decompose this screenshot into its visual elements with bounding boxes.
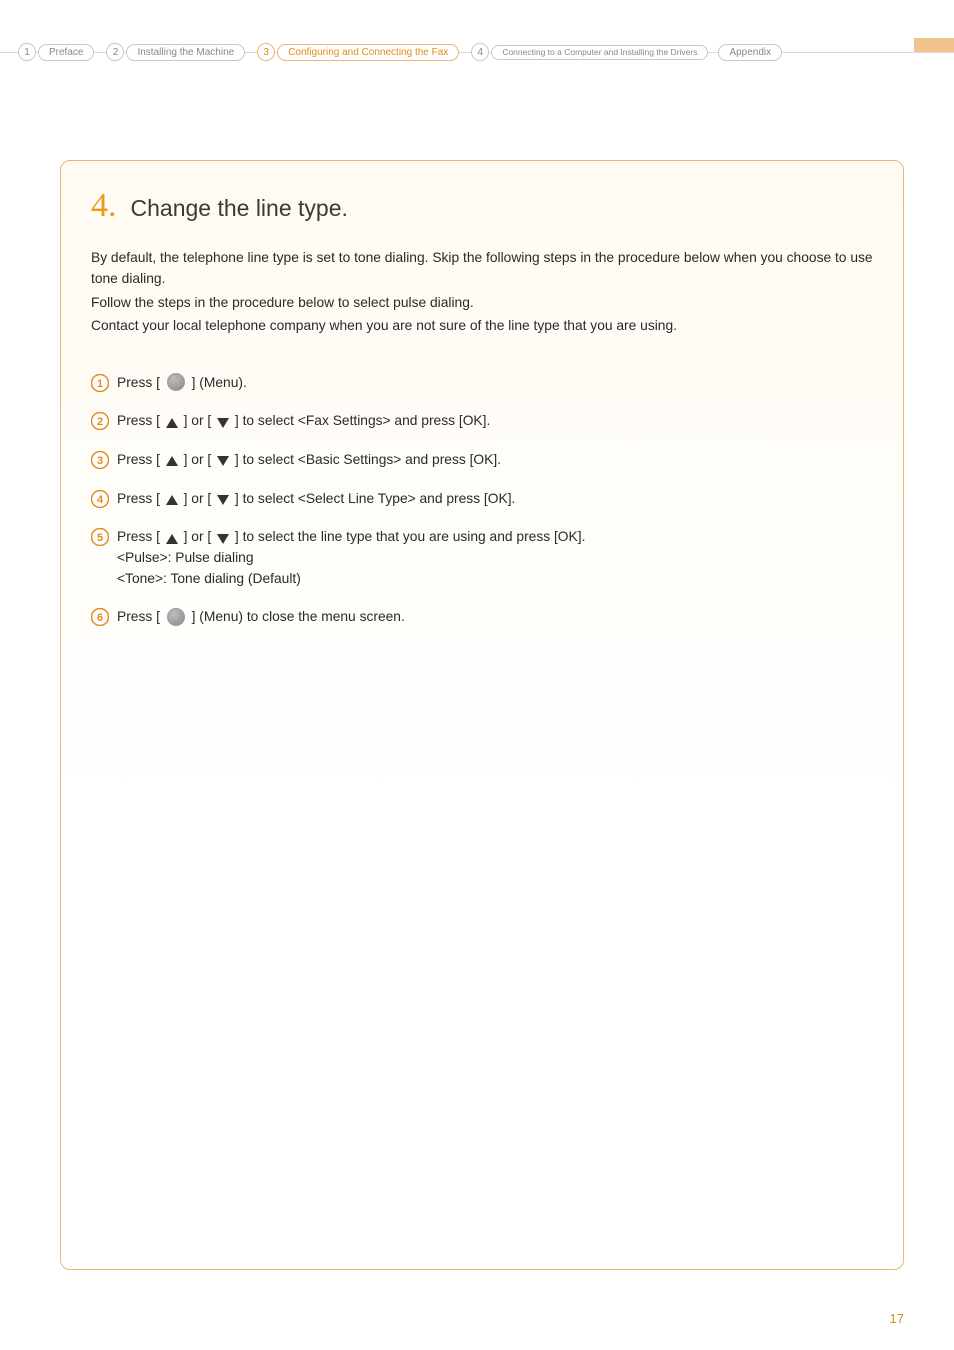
svg-text:2: 2 bbox=[97, 416, 103, 428]
up-arrow-icon bbox=[166, 418, 178, 428]
step-5-text-c: ] to select the line type that you are u… bbox=[235, 529, 586, 544]
step-5-body: Press [ ] or [ ] to select the line type… bbox=[117, 527, 873, 589]
content-card: 4. Change the line type. By default, the… bbox=[60, 160, 904, 1270]
menu-button-icon bbox=[167, 608, 185, 626]
section-title-row: 4. Change the line type. bbox=[61, 161, 903, 233]
step-badge-1-icon: 1 bbox=[91, 374, 109, 392]
step-2: 2 Press [ ] or [ ] to select <Fax Settin… bbox=[91, 411, 873, 432]
section-heading: Change the line type. bbox=[131, 195, 348, 222]
header-accent-bar bbox=[914, 38, 954, 52]
svg-text:4: 4 bbox=[97, 494, 104, 506]
breadcrumb-num-4: 4 bbox=[471, 43, 489, 61]
step-4: 4 Press [ ] or [ ] to select <Select Lin… bbox=[91, 489, 873, 510]
down-arrow-icon bbox=[217, 418, 229, 428]
step-5-text-b: ] or [ bbox=[184, 529, 212, 544]
section-number: 4. bbox=[91, 187, 117, 225]
breadcrumb-num-1: 1 bbox=[18, 43, 36, 61]
up-arrow-icon bbox=[166, 495, 178, 505]
steps-list: 1 Press [ ] (Menu). 2 Press [ ] or [ ] t… bbox=[61, 345, 903, 657]
page-number: 17 bbox=[890, 1311, 904, 1326]
intro-p2: Follow the steps in the procedure below … bbox=[91, 292, 873, 313]
step-2-text-c: ] to select <Fax Settings> and press [OK… bbox=[235, 413, 490, 428]
step-badge-6-icon: 6 bbox=[91, 608, 109, 626]
breadcrumb-pill-configuring-fax: Configuring and Connecting the Fax bbox=[277, 44, 459, 61]
step-2-body: Press [ ] or [ ] to select <Fax Settings… bbox=[117, 411, 873, 432]
svg-text:3: 3 bbox=[97, 455, 103, 467]
breadcrumb-items: 1 Preface 2 Installing the Machine 3 Con… bbox=[0, 43, 792, 61]
down-arrow-icon bbox=[217, 456, 229, 466]
svg-text:5: 5 bbox=[97, 532, 103, 544]
step-5: 5 Press [ ] or [ ] to select the line ty… bbox=[91, 527, 873, 589]
up-arrow-icon bbox=[166, 534, 178, 544]
step-6-text-a: Press [ bbox=[117, 609, 160, 624]
step-1-text-b: ] (Menu). bbox=[192, 375, 247, 390]
intro-text: By default, the telephone line type is s… bbox=[61, 233, 903, 345]
breadcrumb-pill-appendix: Appendix bbox=[718, 44, 782, 61]
breadcrumb-label-4: Connecting to a Computer and Installing … bbox=[502, 47, 697, 57]
step-badge-4-icon: 4 bbox=[91, 490, 109, 508]
intro-p3: Contact your local telephone company whe… bbox=[91, 315, 873, 336]
intro-p1: By default, the telephone line type is s… bbox=[91, 247, 873, 290]
breadcrumb-num-3: 3 bbox=[257, 43, 275, 61]
step-6-text-b: ] (Menu) to close the menu screen. bbox=[192, 609, 405, 624]
step-6-body: Press [ ] (Menu) to close the menu scree… bbox=[117, 607, 873, 628]
step-4-text-c: ] to select <Select Line Type> and press… bbox=[235, 491, 515, 506]
step-3-text-b: ] or [ bbox=[184, 452, 212, 467]
step-3-text-c: ] to select <Basic Settings> and press [… bbox=[235, 452, 501, 467]
step-3: 3 Press [ ] or [ ] to select <Basic Sett… bbox=[91, 450, 873, 471]
breadcrumb-pill-install-machine: Installing the Machine bbox=[126, 44, 245, 61]
step-3-text-a: Press [ bbox=[117, 452, 160, 467]
step-5-sub-pulse: <Pulse>: Pulse dialing bbox=[117, 548, 873, 569]
breadcrumb-num-2: 2 bbox=[106, 43, 124, 61]
step-2-text-b: ] or [ bbox=[184, 413, 212, 428]
step-3-body: Press [ ] or [ ] to select <Basic Settin… bbox=[117, 450, 873, 471]
down-arrow-icon bbox=[217, 495, 229, 505]
breadcrumb-pill-connecting-computer: Connecting to a Computer and Installing … bbox=[491, 45, 708, 60]
step-1: 1 Press [ ] (Menu). bbox=[91, 373, 873, 394]
step-badge-3-icon: 3 bbox=[91, 451, 109, 469]
step-4-text-a: Press [ bbox=[117, 491, 160, 506]
step-1-text-a: Press [ bbox=[117, 375, 160, 390]
step-4-body: Press [ ] or [ ] to select <Select Line … bbox=[117, 489, 873, 510]
breadcrumb: 1 Preface 2 Installing the Machine 3 Con… bbox=[0, 38, 954, 66]
step-5-text-a: Press [ bbox=[117, 529, 160, 544]
step-2-text-a: Press [ bbox=[117, 413, 160, 428]
step-6: 6 Press [ ] (Menu) to close the menu scr… bbox=[91, 607, 873, 628]
step-1-body: Press [ ] (Menu). bbox=[117, 373, 873, 394]
menu-button-icon bbox=[167, 373, 185, 391]
step-badge-2-icon: 2 bbox=[91, 412, 109, 430]
svg-text:1: 1 bbox=[97, 378, 103, 390]
svg-text:6: 6 bbox=[97, 612, 103, 624]
down-arrow-icon bbox=[217, 534, 229, 544]
step-4-text-b: ] or [ bbox=[184, 491, 212, 506]
breadcrumb-pill-preface: Preface bbox=[38, 44, 94, 61]
step-5-sub-tone: <Tone>: Tone dialing (Default) bbox=[117, 569, 873, 590]
step-badge-5-icon: 5 bbox=[91, 528, 109, 546]
up-arrow-icon bbox=[166, 456, 178, 466]
